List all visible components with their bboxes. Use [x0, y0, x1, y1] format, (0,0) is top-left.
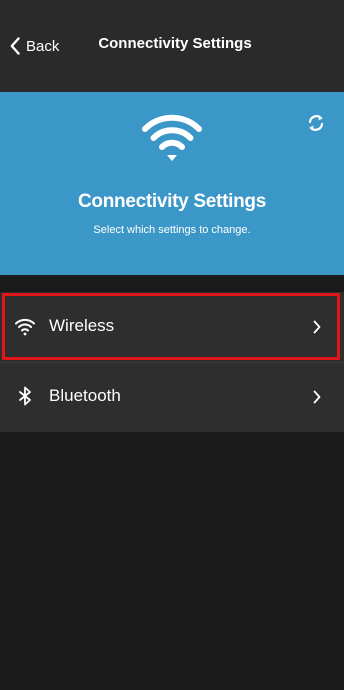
chevron-right-icon — [313, 390, 321, 404]
header-panel: Connectivity Settings Select which setti… — [0, 92, 344, 275]
list-item-label: Bluetooth — [49, 386, 121, 405]
wifi-icon — [142, 114, 202, 161]
list-item-label: Wireless — [49, 316, 115, 335]
settings-list: Wireless Bluetooth — [0, 292, 344, 432]
bluetooth-icon — [19, 386, 31, 406]
chevron-right-icon — [313, 320, 321, 334]
header-subtitle: Select which settings to change. — [93, 224, 251, 236]
app-screen: Back Connectivity Settings Connectivity … — [0, 0, 344, 690]
nav-title: Connectivity Settings — [98, 35, 252, 52]
header-title: Connectivity Settings — [78, 191, 266, 212]
refresh-icon[interactable] — [305, 112, 327, 134]
list-item-bluetooth[interactable]: Bluetooth — [0, 362, 344, 432]
list-item-wireless[interactable]: Wireless — [0, 292, 344, 362]
wifi-icon — [15, 318, 35, 336]
nav-bar: Back Connectivity Settings — [0, 0, 344, 92]
